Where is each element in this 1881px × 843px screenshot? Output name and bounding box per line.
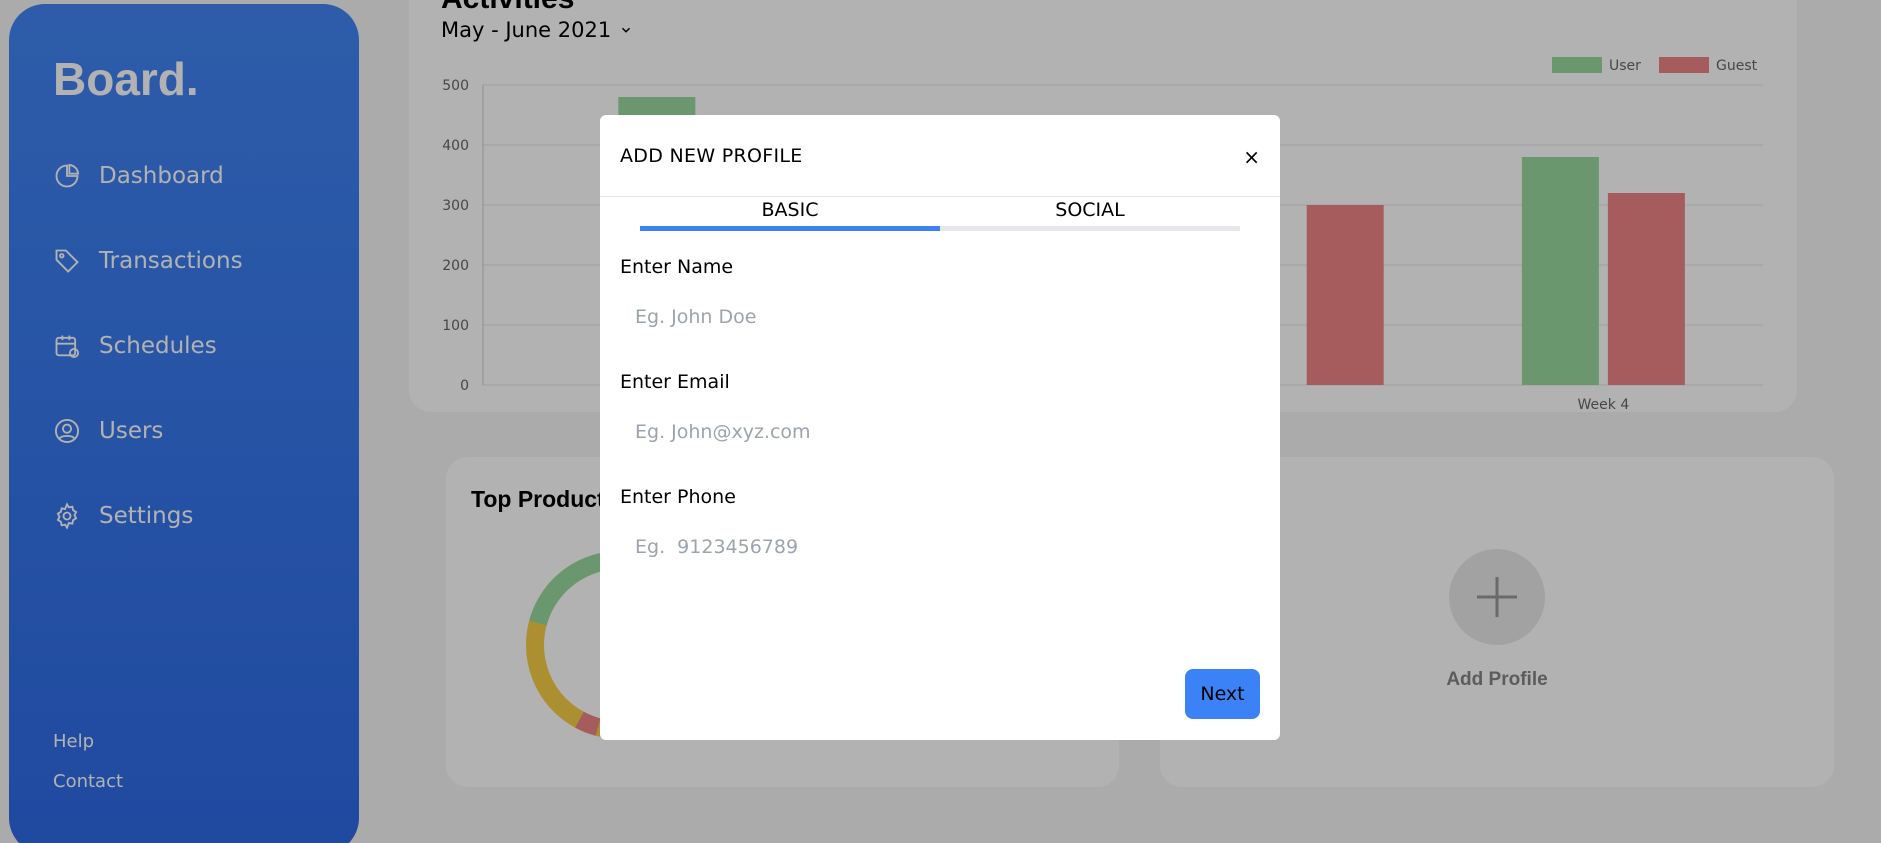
- active-tab-indicator: [640, 226, 940, 231]
- email-input[interactable]: [620, 410, 1260, 454]
- next-button[interactable]: Next: [1185, 669, 1260, 719]
- tab-social[interactable]: SOCIAL: [940, 199, 1240, 229]
- name-input[interactable]: [620, 295, 1260, 339]
- modal-title: ADD NEW PROFILE: [620, 145, 803, 167]
- name-label: Enter Name: [620, 256, 734, 278]
- modal-header: ADD NEW PROFILE ×: [600, 115, 1280, 197]
- tab-basic[interactable]: BASIC: [640, 199, 940, 229]
- phone-input[interactable]: [620, 525, 1260, 569]
- email-label: Enter Email: [620, 371, 730, 393]
- close-button[interactable]: ×: [1243, 145, 1260, 169]
- add-profile-modal: ADD NEW PROFILE × BASIC SOCIAL Enter Nam…: [600, 115, 1280, 740]
- phone-label: Enter Phone: [620, 486, 736, 508]
